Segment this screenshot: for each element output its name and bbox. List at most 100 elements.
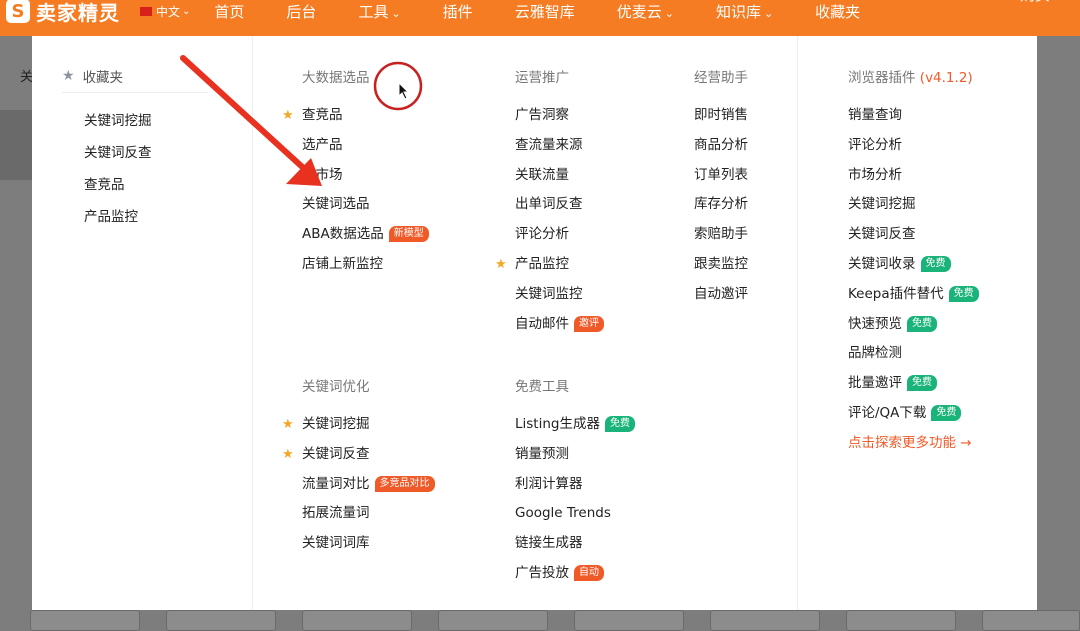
menu-item[interactable]: 库存分析 bbox=[694, 195, 748, 225]
logo[interactable]: S 卖家精灵 bbox=[6, 0, 120, 26]
menu-item[interactable]: 流量词对比 多竞品对比 bbox=[302, 475, 435, 505]
menu-item[interactable]: 批量邀评 免费 bbox=[848, 374, 979, 404]
menu-item[interactable]: 即时销售 bbox=[694, 106, 748, 136]
column-title: 浏览器插件 (v4.1.2) bbox=[848, 66, 979, 86]
badge: 免费 bbox=[948, 285, 979, 302]
favorite-item[interactable]: 产品监控 bbox=[84, 208, 152, 240]
menu-item[interactable]: 店铺上新监控 bbox=[302, 255, 429, 285]
nav-item[interactable]: 收藏夹 bbox=[815, 1, 860, 22]
menu-item[interactable]: 关键词反查 bbox=[848, 225, 979, 255]
nav-item[interactable]: 云雅智库 bbox=[515, 1, 575, 22]
menu-item[interactable]: 出单词反查 bbox=[515, 195, 604, 225]
menu-item[interactable]: ★ 关键词挖掘 bbox=[282, 415, 435, 445]
menu-item-label: 关键词收录 bbox=[848, 255, 916, 272]
nav-item[interactable]: 首页 bbox=[214, 1, 244, 22]
explore-more-link[interactable]: 点击探索更多功能 → bbox=[848, 434, 979, 464]
menu-item[interactable]: 选产品 bbox=[302, 136, 429, 166]
menu-item-label: 评论分析 bbox=[848, 136, 902, 153]
menu-item[interactable]: 销量查询 bbox=[848, 106, 979, 136]
menu-item[interactable]: 快速预览 免费 bbox=[848, 315, 979, 345]
menu-item[interactable]: 评论/QA下载 免费 bbox=[848, 404, 979, 434]
column-title: 运营推广 bbox=[515, 70, 569, 86]
menu-item-label: 查流量来源 bbox=[515, 136, 583, 153]
menu-item-label: 关键词挖掘 bbox=[848, 196, 916, 213]
menu-item[interactable]: 市场分析 bbox=[848, 166, 979, 196]
menu-item[interactable]: 自动邮件 邀评 bbox=[515, 315, 604, 345]
background-input bbox=[302, 610, 412, 631]
column-title: 免费工具 bbox=[515, 379, 569, 395]
menu-item[interactable]: 索赔助手 bbox=[694, 225, 748, 255]
menu-item[interactable]: Google Trends bbox=[515, 504, 635, 534]
background-input bbox=[846, 610, 956, 631]
menu-item[interactable]: 评论分析 bbox=[848, 136, 979, 166]
watermark: 跨境杂谈 bbox=[898, 566, 1026, 600]
menu-item[interactable]: 品牌检测 bbox=[848, 344, 979, 374]
menu-item-label: 流量词对比 bbox=[302, 475, 370, 492]
favorites-divider bbox=[62, 92, 208, 93]
badge: 新模型 bbox=[388, 226, 429, 243]
nav-item[interactable]: 后台 bbox=[286, 1, 316, 22]
watermark-text: 跨境杂谈 bbox=[938, 573, 1027, 598]
star-icon: ★ bbox=[282, 108, 294, 123]
menu-item[interactable]: 关键词选品 bbox=[302, 195, 429, 225]
favorite-item[interactable]: 查竞品 bbox=[84, 176, 152, 208]
menu-item-label: 批量邀评 bbox=[848, 375, 902, 392]
china-flag-icon bbox=[140, 6, 152, 16]
badge: 免费 bbox=[920, 255, 951, 272]
menu-item-label: 销量查询 bbox=[848, 107, 902, 123]
plugin-version: (v4.1.2) bbox=[919, 70, 973, 86]
column-browser-plugin: 浏览器插件 (v4.1.2) 销量查询评论分析市场分析 关键词挖掘关键词反查关键词… bbox=[848, 66, 979, 464]
menu-item[interactable]: ★ 关键词反查 bbox=[282, 445, 435, 475]
nav-item[interactable]: 工具 bbox=[358, 1, 400, 22]
background-input bbox=[30, 610, 140, 631]
menu-item-label: 关键词反查 bbox=[848, 226, 916, 243]
menu-item[interactable]: 评论分析 bbox=[515, 225, 604, 255]
menu-item[interactable]: Listing生成器 免费 bbox=[515, 415, 635, 445]
favorite-item[interactable]: 关键词反查 bbox=[84, 144, 152, 176]
menu-item-label: 关键词反查 bbox=[302, 445, 370, 462]
language-selector[interactable]: 中文 ⌄ bbox=[140, 3, 190, 20]
menu-item[interactable]: 链接生成器 bbox=[515, 534, 635, 564]
background-input bbox=[166, 610, 276, 631]
column-title: 关键词优化 bbox=[302, 379, 370, 395]
badge: 免费 bbox=[907, 375, 937, 392]
menu-item[interactable]: 查流量来源 bbox=[515, 136, 604, 166]
badge: 免费 bbox=[931, 404, 962, 421]
menu-item[interactable]: 订单列表 bbox=[694, 166, 748, 196]
menu-item-label: Listing生成器 bbox=[515, 416, 600, 432]
menu-item[interactable]: ★ 查竞品 bbox=[282, 106, 429, 136]
nav-item[interactable]: 知识库 bbox=[716, 1, 773, 22]
menu-item[interactable]: 关键词监控 bbox=[515, 285, 604, 315]
menu-item[interactable]: 关键词挖掘 bbox=[848, 195, 979, 225]
logo-icon: S bbox=[6, 0, 30, 23]
menu-item-label: 订单列表 bbox=[694, 166, 748, 183]
menu-item[interactable]: Keepa插件替代 免费 bbox=[848, 285, 979, 315]
menu-item[interactable]: 关键词收录 免费 bbox=[848, 255, 979, 285]
menu-item[interactable]: 广告投放 自动 bbox=[515, 564, 635, 594]
menu-item[interactable]: 跟卖监控 bbox=[694, 255, 748, 285]
logo-text: 卖家精灵 bbox=[36, 0, 120, 25]
buy-link[interactable]: 购买 bbox=[1020, 0, 1050, 5]
nav-item[interactable]: 优麦云 bbox=[617, 1, 674, 22]
menu-item[interactable]: 销量预测 bbox=[515, 445, 635, 475]
chevron-down-icon: ⌄ bbox=[182, 5, 191, 17]
nav-item[interactable]: 插件 bbox=[443, 1, 473, 22]
menu-item-label: 产品监控 bbox=[515, 255, 569, 272]
tools-dropdown-panel: ★ 收藏夹 关键词挖掘 关键词反查 查竞品 产品监控 大数据选品 ★ 查竞品 选产品 选市场… bbox=[32, 36, 1037, 610]
star-icon: ★ bbox=[282, 417, 294, 432]
favorite-item[interactable]: 关键词挖掘 bbox=[84, 112, 152, 144]
plugin-title: 浏览器插件 bbox=[848, 70, 916, 86]
menu-item[interactable]: 选市场 bbox=[302, 166, 429, 196]
menu-item[interactable]: ABA数据选品 新模型 bbox=[302, 225, 429, 255]
menu-item[interactable]: 关键词词库 bbox=[302, 534, 435, 564]
menu-item[interactable]: 利润计算器 bbox=[515, 475, 635, 505]
menu-item[interactable]: 关联流量 bbox=[515, 166, 604, 196]
menu-item[interactable]: 自动邀评 bbox=[694, 285, 748, 315]
main-nav: 首页 后台 工具 插件 云雅智库 优麦云 知识库 收藏夹 bbox=[214, 1, 902, 22]
menu-item[interactable]: 拓展流量词 bbox=[302, 504, 435, 534]
menu-item[interactable]: ★ 产品监控 bbox=[495, 255, 604, 285]
top-navbar: S 卖家精灵 中文 ⌄ 首页 后台 工具 插件 云雅智库 优麦云 知识库 收藏夹 购买 bbox=[0, 0, 1080, 36]
menu-item-label: 广告洞察 bbox=[515, 107, 569, 123]
menu-item[interactable]: 广告洞察 bbox=[515, 106, 604, 136]
menu-item[interactable]: 商品分析 bbox=[694, 136, 748, 166]
